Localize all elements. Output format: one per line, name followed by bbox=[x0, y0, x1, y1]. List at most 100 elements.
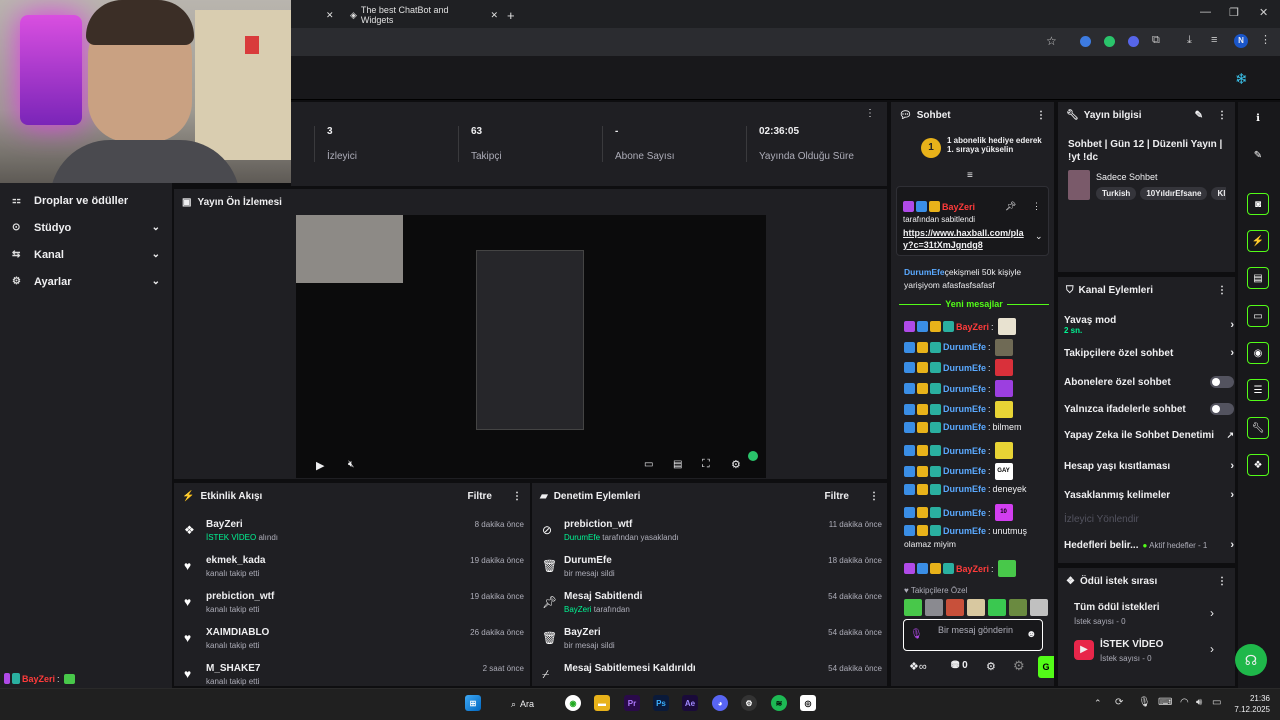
emote-icon[interactable] bbox=[967, 599, 985, 616]
chat-menu-icon[interactable]: ⋮ bbox=[1036, 110, 1046, 121]
stream-category[interactable]: Sadece Sohbet bbox=[1096, 172, 1158, 182]
chat-user[interactable]: DurumEfe bbox=[943, 384, 986, 394]
theater-icon[interactable]: ▤ bbox=[673, 459, 682, 470]
sidebar-item-channel[interactable]: ⇆ Kanal ⌄ bbox=[0, 241, 172, 268]
account-age-row[interactable]: Hesap yaşı kısıtlaması › bbox=[1064, 460, 1234, 472]
file-explorer-icon[interactable]: ▬ bbox=[594, 695, 610, 711]
mic-icon[interactable]: 🎙︎ bbox=[1138, 697, 1151, 708]
activity-filter-button[interactable]: Filtre bbox=[468, 491, 492, 502]
sidebar-item-drops[interactable]: ⚏ Droplar ve ödüller bbox=[0, 187, 172, 214]
moderation-item[interactable]: 📌︎ Mesaj Sabitlendi BayZeri tarafından 5… bbox=[532, 587, 887, 623]
stats-menu-icon[interactable]: ⋮ bbox=[865, 108, 875, 119]
new-tab-button[interactable]: + bbox=[507, 4, 515, 26]
emote-icon[interactable] bbox=[1030, 599, 1048, 616]
wrench-icon[interactable]: 🔧︎ bbox=[1247, 417, 1269, 439]
chat-bubble-icon[interactable]: ▭ bbox=[1247, 305, 1269, 327]
broadcast-icon[interactable]: ◉ bbox=[1247, 342, 1269, 364]
chrome-icon[interactable]: ◉ bbox=[565, 695, 581, 711]
tag-chip[interactable]: Turkish bbox=[1096, 187, 1137, 200]
settings-gear-icon[interactable]: ⚙ bbox=[731, 458, 741, 471]
emote-icon[interactable] bbox=[1009, 599, 1027, 616]
windows-start-icon[interactable]: ⊞ bbox=[465, 695, 481, 711]
browser-tab[interactable]: ◈ The best ChatBot and Widgets ✕ bbox=[350, 4, 498, 26]
send-button[interactable]: G bbox=[1038, 656, 1054, 678]
layout-icon[interactable]: ☰ bbox=[1247, 379, 1269, 401]
chat-user[interactable]: DurumEfe bbox=[943, 508, 986, 518]
photoshop-icon[interactable]: Ps bbox=[653, 695, 669, 711]
reward-icon[interactable]: ❖ bbox=[1247, 454, 1269, 476]
extensions-puzzle-icon[interactable]: ⧉ bbox=[1152, 34, 1160, 47]
obs-icon[interactable]: ◎ bbox=[800, 695, 816, 711]
close-button[interactable]: ✕ bbox=[1259, 6, 1268, 19]
media-icon[interactable]: ≡ bbox=[1211, 34, 1217, 46]
clock[interactable]: 21:36 7.12.2025 bbox=[1228, 693, 1270, 715]
chat-user[interactable]: DurumEfe bbox=[943, 484, 986, 494]
extension-icon[interactable] bbox=[1080, 36, 1091, 47]
chevron-right-icon[interactable]: › bbox=[1210, 642, 1214, 656]
emote-icon[interactable] bbox=[925, 599, 943, 616]
pinned-message[interactable]: BayZeri 📌︎ ⋮ tarafından sabitlendi https… bbox=[896, 186, 1049, 256]
taskbar-search[interactable]: ⌕ Ara bbox=[503, 693, 555, 715]
gift-leaderboard-text[interactable]: 1 abonelik hediye ederek 1. sıraya yükse… bbox=[947, 136, 1047, 154]
chat-user[interactable]: DurumEfe bbox=[943, 446, 986, 456]
play-icon[interactable]: ▶ bbox=[316, 459, 324, 472]
goals-row[interactable]: Hedefleri belir... ● Aktif hedefler - 1 … bbox=[1064, 539, 1234, 551]
chat-input[interactable]: 🎙︎ Bir mesaj gönderin ☻ bbox=[903, 619, 1043, 651]
spotify-icon[interactable]: ≋ bbox=[771, 695, 787, 711]
fullscreen-icon[interactable]: ⛶ bbox=[702, 458, 710, 471]
battery-icon[interactable]: ▭ bbox=[1212, 697, 1221, 708]
tray-chevron-icon[interactable]: ⌃ bbox=[1094, 698, 1102, 709]
after-effects-icon[interactable]: Ae bbox=[682, 695, 698, 711]
bookmark-star-icon[interactable]: ☆ bbox=[1046, 34, 1057, 48]
lightning-icon[interactable]: ⚡ bbox=[1247, 230, 1269, 252]
emote-icon[interactable] bbox=[988, 599, 1006, 616]
sync-icon[interactable]: ⟳ bbox=[1115, 697, 1123, 708]
chat-user[interactable]: BayZeri bbox=[956, 564, 989, 574]
steam-icon[interactable]: ⚙ bbox=[741, 695, 757, 711]
chat-user[interactable]: DurumEfe bbox=[943, 342, 986, 352]
edit-pencil-icon[interactable]: ✎ bbox=[1195, 110, 1203, 121]
activity-menu-icon[interactable]: ⋮ bbox=[512, 491, 522, 502]
chat-user[interactable]: BayZeri bbox=[956, 322, 989, 332]
moderation-item[interactable]: 🗑︎ DurumEfe bir mesajı sildi 18 dakika ö… bbox=[532, 551, 887, 587]
menu-kebab-icon[interactable]: ⋮ bbox=[1260, 33, 1271, 46]
rewards-menu-icon[interactable]: ⋮ bbox=[1217, 576, 1227, 587]
points-counter[interactable]: ⛃ 0 bbox=[951, 660, 968, 671]
volume-icon[interactable]: 🔊︎ bbox=[1196, 697, 1202, 708]
activity-item[interactable]: ❖ BayZeri İSTEK VİDEO alındı 8 dakika ön… bbox=[174, 515, 530, 551]
download-icon[interactable]: ⤓ bbox=[1187, 34, 1192, 47]
activity-item[interactable]: ♥ prebiction_wtf kanalı takip etti 19 da… bbox=[174, 587, 530, 623]
video-reward-label[interactable]: İSTEK VİDEO bbox=[1100, 639, 1163, 650]
emote-icon[interactable] bbox=[904, 599, 922, 616]
document-icon[interactable]: ▤ bbox=[1247, 267, 1269, 289]
extension-icon[interactable] bbox=[1104, 36, 1115, 47]
chat-user[interactable]: DurumEfe bbox=[943, 404, 986, 414]
chat-user[interactable]: DurumEfe bbox=[943, 422, 986, 432]
sidebar-item-settings[interactable]: ⚙ Ayarlar ⌄ bbox=[0, 268, 172, 295]
mute-icon[interactable]: 🔇︎ bbox=[348, 459, 354, 470]
chevron-collapse-icon[interactable]: ≡ bbox=[967, 170, 973, 181]
stream-info-menu-icon[interactable]: ⋮ bbox=[1217, 110, 1227, 121]
profile-avatar[interactable]: N bbox=[1234, 34, 1248, 48]
wifi-icon[interactable]: ◠ bbox=[1180, 697, 1189, 708]
edit-pencil-icon[interactable]: ✎ bbox=[1247, 144, 1269, 166]
emote-icon[interactable] bbox=[946, 599, 964, 616]
moderation-item[interactable]: ⌿ Mesaj Sabitlemesi Kaldırıldı 54 dakika… bbox=[532, 659, 887, 686]
moderation-menu-icon[interactable]: ⋮ bbox=[869, 491, 879, 502]
all-rewards-label[interactable]: Tüm ödül istekleri bbox=[1074, 602, 1160, 613]
ai-moderation-row[interactable]: Yapay Zeka ile Sohbet Denetimi ↗ bbox=[1064, 430, 1234, 441]
support-headset-icon[interactable]: ☊ bbox=[1235, 644, 1267, 676]
moderation-filter-button[interactable]: Filtre bbox=[825, 491, 849, 502]
emoji-icon[interactable]: ☻ bbox=[1026, 629, 1037, 640]
camera-icon[interactable]: ◙ bbox=[1247, 193, 1269, 215]
moderation-item[interactable]: 🗑︎ BayZeri bir mesajı sildi 54 dakika ön… bbox=[532, 623, 887, 659]
restore-button[interactable]: ❐ bbox=[1229, 6, 1239, 19]
tag-chip[interactable]: Kl bbox=[1211, 187, 1226, 200]
chat-user[interactable]: DurumEfe bbox=[943, 466, 986, 476]
emotes-only-toggle[interactable] bbox=[1210, 403, 1234, 415]
subscribers-only-toggle[interactable] bbox=[1210, 376, 1234, 388]
chat-user[interactable]: DurumEfe bbox=[904, 267, 945, 277]
pinned-menu-icon[interactable]: ⋮ bbox=[1032, 201, 1041, 212]
pin-icon[interactable]: 📌︎ bbox=[1005, 201, 1016, 212]
minimize-button[interactable]: — bbox=[1200, 6, 1211, 18]
